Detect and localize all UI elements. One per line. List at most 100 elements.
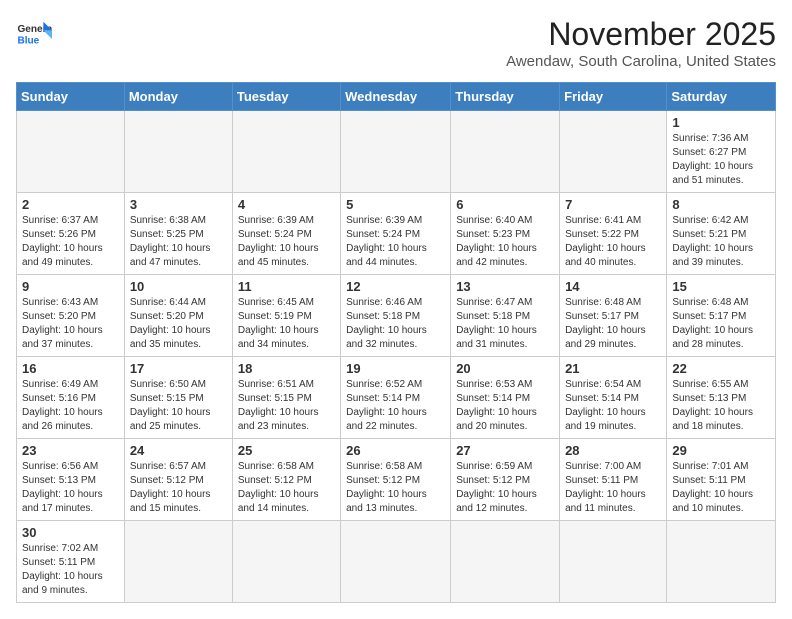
day-info: Sunrise: 6:54 AMSunset: 5:14 PMDaylight:… (565, 378, 661, 434)
day-info: Sunrise: 6:58 AMSunset: 5:12 PMDaylight:… (346, 460, 445, 516)
day-info: Sunrise: 7:02 AMSunset: 5:11 PMDaylight:… (22, 542, 119, 598)
day-number: 18 (238, 361, 335, 376)
month-title: November 2025 (506, 16, 776, 53)
day-info: Sunrise: 6:48 AMSunset: 5:17 PMDaylight:… (672, 296, 770, 352)
day-info: Sunrise: 6:43 AMSunset: 5:20 PMDaylight:… (22, 296, 119, 352)
calendar-cell (124, 521, 232, 603)
calendar-cell: 18 Sunrise: 6:51 AMSunset: 5:15 PMDaylig… (232, 357, 340, 439)
page-header: General Blue November 2025 Awendaw, Sout… (16, 16, 776, 70)
day-number: 5 (346, 197, 445, 212)
day-number: 16 (22, 361, 119, 376)
calendar-cell (341, 111, 451, 193)
day-number: 15 (672, 279, 770, 294)
calendar-cell: 12 Sunrise: 6:46 AMSunset: 5:18 PMDaylig… (341, 275, 451, 357)
svg-text:Blue: Blue (17, 35, 39, 46)
day-info: Sunrise: 6:53 AMSunset: 5:14 PMDaylight:… (456, 378, 554, 434)
day-info: Sunrise: 6:49 AMSunset: 5:16 PMDaylight:… (22, 378, 119, 434)
day-number: 26 (346, 443, 445, 458)
calendar-cell: 25 Sunrise: 6:58 AMSunset: 5:12 PMDaylig… (232, 439, 340, 521)
day-info: Sunrise: 6:52 AMSunset: 5:14 PMDaylight:… (346, 378, 445, 434)
day-number: 24 (130, 443, 227, 458)
calendar-cell (667, 521, 776, 603)
calendar-cell: 4 Sunrise: 6:39 AMSunset: 5:24 PMDayligh… (232, 193, 340, 275)
day-number: 25 (238, 443, 335, 458)
day-info: Sunrise: 6:37 AMSunset: 5:26 PMDaylight:… (22, 214, 119, 270)
day-number: 22 (672, 361, 770, 376)
day-info: Sunrise: 6:40 AMSunset: 5:23 PMDaylight:… (456, 214, 554, 270)
day-info: Sunrise: 7:01 AMSunset: 5:11 PMDaylight:… (672, 460, 770, 516)
day-info: Sunrise: 6:50 AMSunset: 5:15 PMDaylight:… (130, 378, 227, 434)
day-number: 14 (565, 279, 661, 294)
day-number: 7 (565, 197, 661, 212)
day-info: Sunrise: 6:59 AMSunset: 5:12 PMDaylight:… (456, 460, 554, 516)
calendar-cell: 17 Sunrise: 6:50 AMSunset: 5:15 PMDaylig… (124, 357, 232, 439)
calendar-row-2: 9 Sunrise: 6:43 AMSunset: 5:20 PMDayligh… (17, 275, 776, 357)
calendar-row-5: 30 Sunrise: 7:02 AMSunset: 5:11 PMDaylig… (17, 521, 776, 603)
weekday-header-sunday: Sunday (17, 83, 125, 111)
calendar-cell: 6 Sunrise: 6:40 AMSunset: 5:23 PMDayligh… (451, 193, 560, 275)
day-info: Sunrise: 6:42 AMSunset: 5:21 PMDaylight:… (672, 214, 770, 270)
day-number: 8 (672, 197, 770, 212)
calendar-cell: 19 Sunrise: 6:52 AMSunset: 5:14 PMDaylig… (341, 357, 451, 439)
day-info: Sunrise: 6:51 AMSunset: 5:15 PMDaylight:… (238, 378, 335, 434)
day-number: 29 (672, 443, 770, 458)
calendar-cell: 15 Sunrise: 6:48 AMSunset: 5:17 PMDaylig… (667, 275, 776, 357)
calendar-cell: 20 Sunrise: 6:53 AMSunset: 5:14 PMDaylig… (451, 357, 560, 439)
calendar-cell (560, 111, 667, 193)
day-info: Sunrise: 6:45 AMSunset: 5:19 PMDaylight:… (238, 296, 335, 352)
calendar-cell (341, 521, 451, 603)
day-number: 30 (22, 525, 119, 540)
calendar-row-4: 23 Sunrise: 6:56 AMSunset: 5:13 PMDaylig… (17, 439, 776, 521)
day-info: Sunrise: 6:47 AMSunset: 5:18 PMDaylight:… (456, 296, 554, 352)
weekday-header-saturday: Saturday (667, 83, 776, 111)
calendar-cell: 3 Sunrise: 6:38 AMSunset: 5:25 PMDayligh… (124, 193, 232, 275)
calendar-row-0: 1 Sunrise: 7:36 AMSunset: 6:27 PMDayligh… (17, 111, 776, 193)
weekday-header-tuesday: Tuesday (232, 83, 340, 111)
calendar-cell (124, 111, 232, 193)
logo: General Blue (16, 16, 52, 52)
calendar-cell: 2 Sunrise: 6:37 AMSunset: 5:26 PMDayligh… (17, 193, 125, 275)
weekday-header-row: SundayMondayTuesdayWednesdayThursdayFrid… (17, 83, 776, 111)
calendar-cell: 7 Sunrise: 6:41 AMSunset: 5:22 PMDayligh… (560, 193, 667, 275)
calendar-cell: 27 Sunrise: 6:59 AMSunset: 5:12 PMDaylig… (451, 439, 560, 521)
day-info: Sunrise: 6:41 AMSunset: 5:22 PMDaylight:… (565, 214, 661, 270)
weekday-header-thursday: Thursday (451, 83, 560, 111)
calendar-cell: 11 Sunrise: 6:45 AMSunset: 5:19 PMDaylig… (232, 275, 340, 357)
day-info: Sunrise: 6:58 AMSunset: 5:12 PMDaylight:… (238, 460, 335, 516)
calendar-row-3: 16 Sunrise: 6:49 AMSunset: 5:16 PMDaylig… (17, 357, 776, 439)
calendar-table: SundayMondayTuesdayWednesdayThursdayFrid… (16, 82, 776, 603)
day-number: 28 (565, 443, 661, 458)
day-number: 9 (22, 279, 119, 294)
day-number: 6 (456, 197, 554, 212)
calendar-cell (451, 521, 560, 603)
calendar-cell (560, 521, 667, 603)
calendar-cell: 26 Sunrise: 6:58 AMSunset: 5:12 PMDaylig… (341, 439, 451, 521)
day-number: 13 (456, 279, 554, 294)
title-area: November 2025 Awendaw, South Carolina, U… (506, 16, 776, 70)
day-number: 23 (22, 443, 119, 458)
day-number: 4 (238, 197, 335, 212)
logo-icon: General Blue (16, 16, 52, 52)
calendar-cell (232, 521, 340, 603)
day-number: 11 (238, 279, 335, 294)
calendar-cell: 8 Sunrise: 6:42 AMSunset: 5:21 PMDayligh… (667, 193, 776, 275)
location-title: Awendaw, South Carolina, United States (506, 53, 776, 70)
day-info: Sunrise: 6:46 AMSunset: 5:18 PMDaylight:… (346, 296, 445, 352)
calendar-cell: 9 Sunrise: 6:43 AMSunset: 5:20 PMDayligh… (17, 275, 125, 357)
calendar-cell: 23 Sunrise: 6:56 AMSunset: 5:13 PMDaylig… (17, 439, 125, 521)
calendar-cell: 16 Sunrise: 6:49 AMSunset: 5:16 PMDaylig… (17, 357, 125, 439)
day-info: Sunrise: 6:38 AMSunset: 5:25 PMDaylight:… (130, 214, 227, 270)
day-number: 20 (456, 361, 554, 376)
day-number: 21 (565, 361, 661, 376)
day-number: 27 (456, 443, 554, 458)
calendar-row-1: 2 Sunrise: 6:37 AMSunset: 5:26 PMDayligh… (17, 193, 776, 275)
calendar-cell: 30 Sunrise: 7:02 AMSunset: 5:11 PMDaylig… (17, 521, 125, 603)
weekday-header-friday: Friday (560, 83, 667, 111)
day-number: 2 (22, 197, 119, 212)
day-info: Sunrise: 6:55 AMSunset: 5:13 PMDaylight:… (672, 378, 770, 434)
day-info: Sunrise: 6:39 AMSunset: 5:24 PMDaylight:… (238, 214, 335, 270)
day-info: Sunrise: 6:56 AMSunset: 5:13 PMDaylight:… (22, 460, 119, 516)
day-number: 17 (130, 361, 227, 376)
calendar-cell (232, 111, 340, 193)
calendar-cell: 24 Sunrise: 6:57 AMSunset: 5:12 PMDaylig… (124, 439, 232, 521)
